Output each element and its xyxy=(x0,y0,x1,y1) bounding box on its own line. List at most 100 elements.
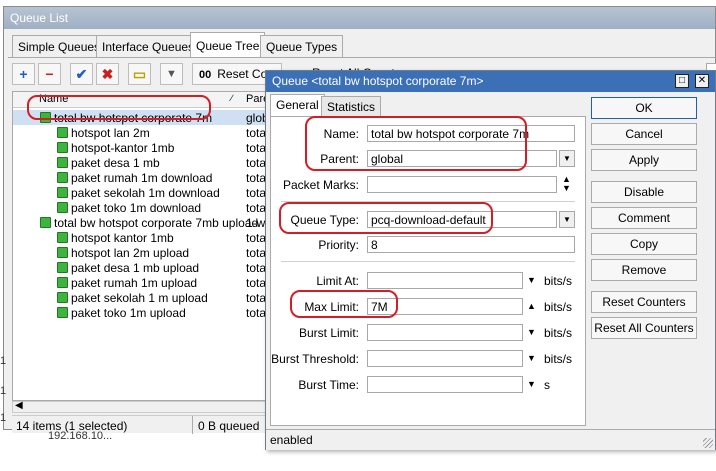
queue-name: hotspot-kantor 1mb xyxy=(71,141,175,155)
close-button[interactable]: ✕ xyxy=(695,74,709,88)
burst-limit-unit: bits/s xyxy=(544,326,573,340)
queue-name: total bw hotspot corporate 7mb upload xyxy=(54,216,259,230)
tab-divider xyxy=(8,57,715,58)
queue-icon xyxy=(57,157,68,168)
close-icon: ✕ xyxy=(697,75,707,86)
burst-threshold-label: Burst Threshold: xyxy=(271,352,359,366)
column-name[interactable]: Name xyxy=(39,93,68,105)
queue-icon xyxy=(57,262,68,273)
queue-icon xyxy=(57,307,68,318)
background-digit: 1 xyxy=(0,355,7,367)
queue-icon xyxy=(57,187,68,198)
comment-button[interactable]: ▭ xyxy=(128,63,151,85)
queue-icon xyxy=(57,247,68,258)
queue-icon xyxy=(57,277,68,288)
counter-icon: 00 xyxy=(199,69,212,81)
queue-name: hotspot lan 2m xyxy=(71,126,150,140)
priority-input[interactable]: 8 xyxy=(367,236,575,253)
queue-name: paket desa 1 mb xyxy=(71,156,160,170)
background-digit: 1 xyxy=(0,412,7,424)
restore-icon: □ xyxy=(678,75,686,86)
limit-at-input[interactable] xyxy=(367,272,523,289)
parent-select[interactable]: global xyxy=(367,150,557,167)
queue-list-title: Queue List xyxy=(10,11,69,25)
name-label: Name: xyxy=(323,127,359,141)
remove-button[interactable]: − xyxy=(38,63,61,85)
queue-name: paket sekolah 1 m upload xyxy=(71,291,208,305)
disable-button[interactable]: ✖ xyxy=(96,63,119,85)
queue-list-titlebar[interactable]: Queue List xyxy=(4,7,715,29)
filter-button[interactable]: ▼ xyxy=(160,63,183,85)
name-input[interactable]: total bw hotspot corporate 7m xyxy=(367,125,575,142)
burst-time-label: Burst Time: xyxy=(298,378,359,392)
queue-name: paket rumah 1m upload xyxy=(71,276,198,290)
cancel-button[interactable]: Cancel xyxy=(591,123,697,145)
tab-statistics[interactable]: Statistics xyxy=(321,96,382,116)
max-limit-input[interactable]: 7M xyxy=(367,298,523,315)
queue-icon xyxy=(57,232,68,243)
queue-name: hotspot kantor 1mb xyxy=(71,231,174,245)
queue-icon xyxy=(57,172,68,183)
enable-button[interactable]: ✔ xyxy=(70,63,93,85)
disable-button[interactable]: Disable xyxy=(591,181,697,203)
separator xyxy=(281,261,575,262)
max-limit-label: Max Limit: xyxy=(304,300,359,314)
parent-dropdown-button[interactable]: ▼ xyxy=(559,150,575,167)
limit-at-unit: bits/s xyxy=(544,274,573,288)
queue-name: paket rumah 1m download xyxy=(71,171,213,185)
burst-threshold-unit: bits/s xyxy=(544,352,573,366)
ok-button[interactable]: OK xyxy=(591,97,697,119)
queue-name: paket sekolah 1m download xyxy=(71,186,220,200)
chevron-down-icon[interactable]: ▼ xyxy=(527,275,536,285)
note-icon: ▭ xyxy=(132,66,147,82)
tab-queue-tree[interactable]: Queue Tree xyxy=(190,32,266,57)
queue-type-dropdown-button[interactable]: ▼ xyxy=(559,211,575,228)
separator xyxy=(281,201,575,202)
queue-edit-dialog: Queue <total bw hotspot corporate 7m> □ … xyxy=(265,70,716,450)
collapse-icon[interactable]: ▼ xyxy=(562,183,571,193)
check-icon: ✔ xyxy=(75,66,88,82)
minus-icon: − xyxy=(45,66,54,82)
restore-button[interactable]: □ xyxy=(675,74,689,88)
chevron-up-icon[interactable]: ▲ xyxy=(527,301,536,311)
chevron-down-icon[interactable]: ▼ xyxy=(527,379,536,389)
queue-name: paket toko 1m download xyxy=(71,201,202,215)
queue-name: total bw hotspot corporate 7m xyxy=(54,111,213,125)
general-panel: Name: total bw hotspot corporate 7m Pare… xyxy=(270,116,586,426)
copy-button[interactable]: Copy xyxy=(591,233,697,255)
tab-queue-types[interactable]: Queue Types xyxy=(260,35,344,57)
scroll-left-icon[interactable]: ◀ xyxy=(15,400,23,411)
status-divider xyxy=(192,416,193,434)
sort-arrow-icon: ∕ xyxy=(231,93,233,103)
dialog-status-bar: enabled xyxy=(266,429,715,450)
packet-marks-input[interactable] xyxy=(367,176,557,193)
tab-interface-queues[interactable]: Interface Queues xyxy=(96,35,201,57)
apply-button[interactable]: Apply xyxy=(591,149,697,171)
burst-limit-input[interactable] xyxy=(367,324,523,341)
dialog-titlebar[interactable]: Queue <total bw hotspot corporate 7m> □ … xyxy=(266,71,715,92)
add-button[interactable]: + xyxy=(12,63,35,85)
burst-threshold-input[interactable] xyxy=(367,350,523,367)
comment-button[interactable]: Comment xyxy=(591,207,697,229)
parent-label: Parent: xyxy=(320,152,359,166)
queue-icon xyxy=(57,292,68,303)
chevron-down-icon[interactable]: ▼ xyxy=(527,327,536,337)
dialog-title: Queue <total bw hotspot corporate 7m> xyxy=(272,74,484,88)
burst-time-unit: s xyxy=(544,378,550,392)
background-digit: 1 xyxy=(0,385,7,397)
queue-type-select[interactable]: pcq-download-default xyxy=(367,211,557,228)
priority-label: Priority: xyxy=(318,238,359,252)
reset-all-counters-button[interactable]: Reset All Counters xyxy=(591,317,697,339)
tab-simple-queues[interactable]: Simple Queues xyxy=(12,35,107,57)
burst-time-input[interactable] xyxy=(367,376,523,393)
chevron-down-icon[interactable]: ▼ xyxy=(527,353,536,363)
queue-icon xyxy=(57,142,68,153)
remove-button[interactable]: Remove xyxy=(591,259,697,281)
reset-counters-button[interactable]: Reset Counters xyxy=(591,291,697,313)
queue-name: paket desa 1 mb upload xyxy=(71,261,200,275)
resize-grip-icon[interactable] xyxy=(703,438,713,448)
tab-general[interactable]: General xyxy=(270,94,325,116)
max-limit-unit: bits/s xyxy=(544,300,573,314)
background-ip-text: 192.168.10... xyxy=(48,430,113,442)
packet-marks-label: Packet Marks: xyxy=(282,178,359,192)
